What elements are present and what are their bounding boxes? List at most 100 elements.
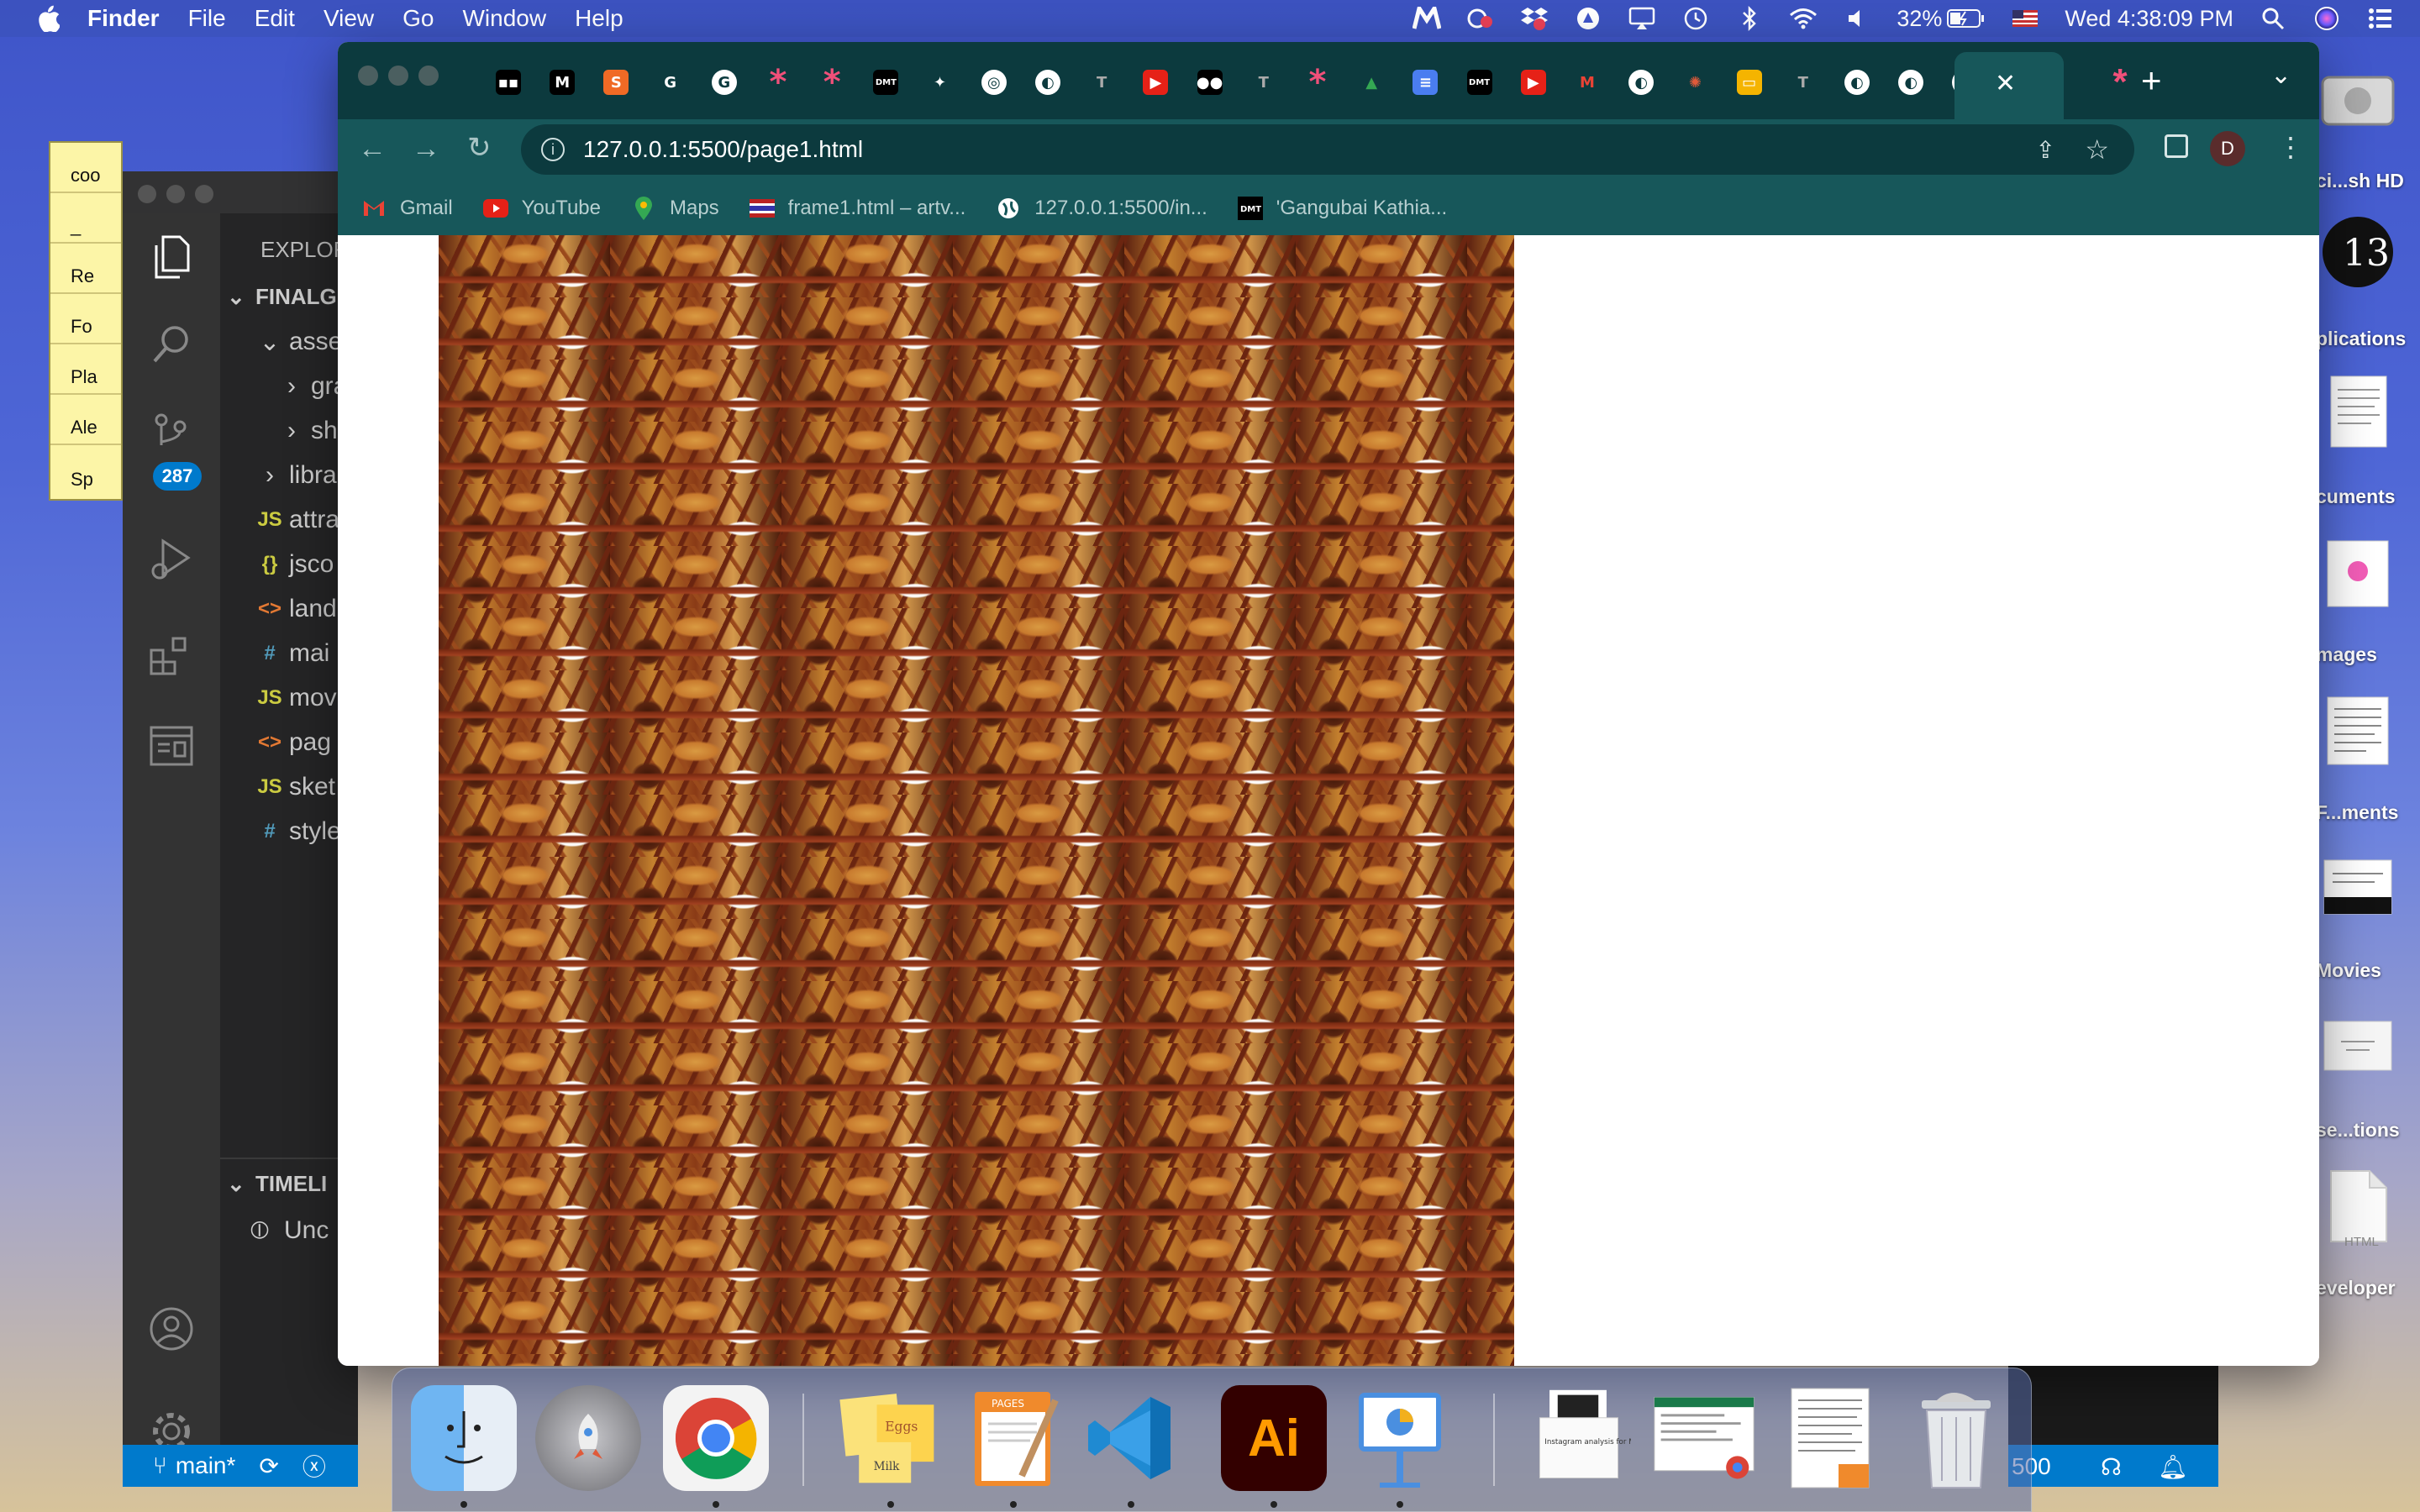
html-file-icon[interactable]: HTML bbox=[2316, 1164, 2400, 1249]
minimize-window-button[interactable] bbox=[166, 185, 185, 203]
time-machine-icon[interactable] bbox=[1681, 6, 1710, 31]
zoom-window-button[interactable] bbox=[195, 185, 213, 203]
tab-g-logo[interactable]: G bbox=[644, 59, 697, 106]
illustrator-dock-icon[interactable]: Ai bbox=[1221, 1385, 1327, 1491]
tab-pinned[interactable]: * bbox=[2094, 59, 2146, 106]
tab-target[interactable]: ◎ bbox=[968, 59, 1020, 106]
file-tree-item[interactable]: ⌄ asse bbox=[250, 321, 342, 363]
bookmark-youtube[interactable]: YouTube bbox=[482, 196, 601, 221]
stickies-note[interactable]: coo _ Re Fo Pla Ale Sp bbox=[49, 141, 123, 501]
malwarebytes-icon[interactable] bbox=[1413, 6, 1442, 31]
file-tree-item[interactable]: JS sket bbox=[250, 766, 335, 808]
tab-orange-s[interactable]: S bbox=[590, 59, 642, 106]
tab-docs[interactable]: ≡ bbox=[1399, 59, 1451, 106]
screenshot-thumbnail-icon[interactable] bbox=[1651, 1385, 1757, 1491]
movies-folder-icon[interactable] bbox=[2316, 848, 2400, 932]
stickies-dock-icon[interactable]: Eggs Milk bbox=[838, 1385, 944, 1491]
profile-avatar[interactable]: D bbox=[2210, 131, 2245, 166]
file-tree-item[interactable]: {} jsco bbox=[250, 543, 334, 585]
close-window-button[interactable] bbox=[358, 66, 378, 86]
documents-folder-icon[interactable] bbox=[2316, 370, 2400, 454]
menu-go[interactable]: Go bbox=[402, 5, 434, 32]
tab-globe[interactable]: ◐ bbox=[1022, 59, 1074, 106]
chrome-menu-icon[interactable]: ⋮ bbox=[2277, 131, 2304, 163]
us-flag-icon[interactable] bbox=[2011, 6, 2039, 31]
feedback-icon[interactable]: ☊ bbox=[2101, 1453, 2122, 1481]
zoom-window-button[interactable] bbox=[418, 66, 439, 86]
workspace-folder[interactable]: ⌄ FINALG bbox=[227, 276, 337, 318]
file-tree-item[interactable]: JS mov bbox=[250, 677, 336, 719]
bookmark-gmail[interactable]: Gmail bbox=[361, 196, 453, 221]
back-arrow-icon[interactable]: ← bbox=[358, 133, 387, 165]
apple-menu-icon[interactable] bbox=[34, 4, 62, 33]
sync-icon[interactable]: ⟳ bbox=[259, 1452, 278, 1480]
share-icon[interactable]: ⇪ bbox=[2036, 136, 2055, 164]
tab-asterisk[interactable]: * bbox=[752, 59, 804, 106]
tab-asterisk[interactable]: * bbox=[1292, 59, 1344, 106]
presentations-folder-icon[interactable] bbox=[2316, 1006, 2400, 1090]
file-tree-item[interactable]: › gra bbox=[272, 365, 347, 407]
keynote-dock-icon[interactable] bbox=[1347, 1385, 1453, 1491]
close-tab-icon[interactable]: ✕ bbox=[1995, 69, 2016, 98]
images-folder-icon[interactable] bbox=[2316, 533, 2400, 617]
tab-slides[interactable]: ▭ bbox=[1723, 59, 1776, 106]
menubar-clock[interactable]: Wed 4:38:09 PM bbox=[2065, 6, 2233, 32]
tab-medium-dark[interactable]: ▪▪ bbox=[482, 59, 534, 106]
bookmark-localhost[interactable]: 127.0.0.1:5500/in... bbox=[996, 196, 1207, 221]
documents-file-icon[interactable] bbox=[2316, 689, 2400, 773]
spotlight-search-icon[interactable] bbox=[2259, 6, 2287, 31]
tab-m-logo[interactable]: M bbox=[536, 59, 588, 106]
siri-icon[interactable] bbox=[2312, 6, 2341, 31]
tab-nyt[interactable]: T bbox=[1076, 59, 1128, 106]
dropbox-icon[interactable] bbox=[1520, 6, 1549, 31]
side-panel-icon[interactable] bbox=[2165, 134, 2188, 158]
applications-folder-icon[interactable]: 13 bbox=[2316, 210, 2400, 294]
bookmark-frame1[interactable]: frame1.html – artv... bbox=[749, 196, 965, 221]
vpn-icon[interactable] bbox=[1574, 6, 1602, 31]
tab-youtube[interactable]: ▶ bbox=[1507, 59, 1560, 106]
minimize-window-button[interactable] bbox=[388, 66, 408, 86]
bookmark-gangubai[interactable]: DMT 'Gangubai Kathia... bbox=[1237, 196, 1447, 221]
address-bar[interactable]: i 127.0.0.1:5500/page1.html ⇪ ☆ bbox=[521, 124, 2134, 175]
notifications-bell-icon[interactable]: 🔔︎ bbox=[2158, 1453, 2188, 1481]
tab-globe[interactable]: ◐ bbox=[1831, 59, 1883, 106]
airplay-icon[interactable] bbox=[1628, 6, 1656, 31]
finder-dock-icon[interactable] bbox=[411, 1385, 517, 1491]
tab-gmail[interactable]: M bbox=[1561, 59, 1613, 106]
file-tree-item[interactable]: › libra bbox=[250, 454, 337, 496]
trash-icon[interactable] bbox=[1903, 1385, 2009, 1491]
chrome-dock-icon[interactable] bbox=[663, 1385, 769, 1491]
control-center-icon[interactable] bbox=[2366, 6, 2395, 31]
reload-icon[interactable]: ↻ bbox=[467, 131, 492, 165]
menu-window[interactable]: Window bbox=[462, 5, 546, 32]
tab-search-chevron-icon[interactable]: ⌄ bbox=[2270, 60, 2291, 90]
search-icon[interactable] bbox=[146, 319, 197, 370]
menu-app-name[interactable]: Finder bbox=[87, 5, 160, 32]
extensions-icon[interactable] bbox=[146, 630, 197, 680]
site-info-icon[interactable]: i bbox=[541, 138, 565, 161]
menu-file[interactable]: File bbox=[188, 5, 226, 32]
file-tree-item[interactable]: <> land bbox=[250, 588, 337, 630]
tab-medium[interactable]: ●● bbox=[1184, 59, 1236, 106]
timeline-header[interactable]: ⌄ TIMELI bbox=[227, 1163, 327, 1205]
file-tree-item[interactable]: JS attra bbox=[250, 499, 339, 541]
source-control-icon[interactable] bbox=[146, 408, 197, 459]
tab-asterisk[interactable]: * bbox=[806, 59, 858, 106]
file-tree-item[interactable]: # style bbox=[250, 811, 340, 853]
account-icon[interactable] bbox=[146, 1304, 197, 1354]
url-text[interactable]: 127.0.0.1:5500/page1.html bbox=[583, 136, 863, 163]
new-tab-button[interactable]: + bbox=[2141, 60, 2162, 101]
tab-dmt[interactable]: DMT bbox=[1454, 59, 1506, 106]
branch-name[interactable]: main* bbox=[176, 1452, 236, 1479]
menu-view[interactable]: View bbox=[324, 5, 374, 32]
tab-active[interactable]: ✕ bbox=[1954, 52, 2064, 119]
document-thumbnail-icon[interactable] bbox=[1777, 1385, 1883, 1491]
tab-globe[interactable]: ◐ bbox=[1885, 59, 1937, 106]
close-window-button[interactable] bbox=[138, 185, 156, 203]
menu-edit[interactable]: Edit bbox=[255, 5, 295, 32]
vscode-dock-icon[interactable] bbox=[1078, 1385, 1184, 1491]
run-debug-icon[interactable] bbox=[146, 534, 197, 585]
launchpad-dock-icon[interactable] bbox=[535, 1385, 641, 1491]
tab-youtube[interactable]: ▶ bbox=[1129, 59, 1181, 106]
pages-dock-icon[interactable]: PAGES bbox=[960, 1385, 1066, 1491]
